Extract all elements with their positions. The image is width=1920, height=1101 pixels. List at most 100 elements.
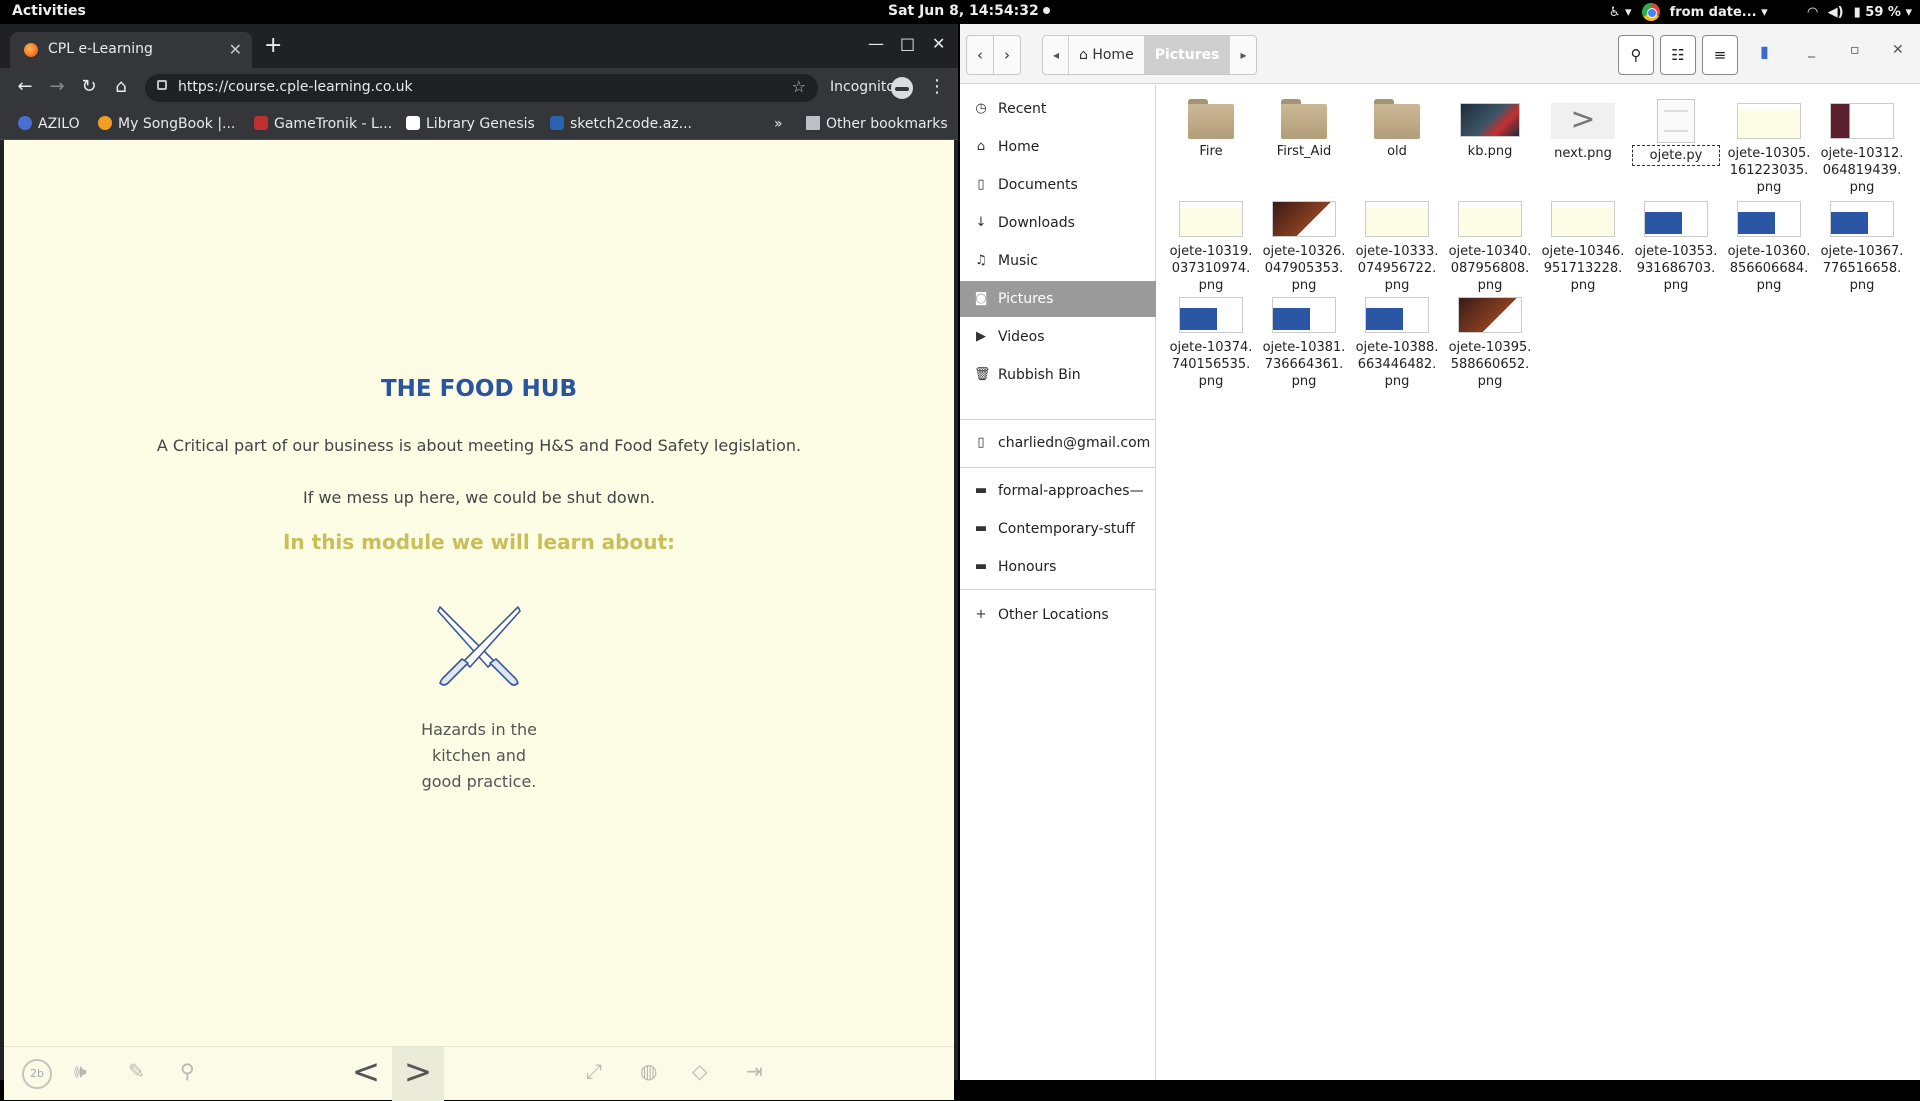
paint-bucket-icon[interactable]: ◇ [692, 1059, 707, 1083]
app-menu[interactable]: from date... ▾ [1670, 5, 1768, 20]
accessibility-icon[interactable]: ♿ ▾ [1609, 5, 1632, 20]
bookmark-sketch2code[interactable]: sketch2code.az... [550, 116, 692, 132]
wifi-icon[interactable]: ◠ [1808, 5, 1818, 20]
activities-button[interactable]: Activities [12, 3, 86, 19]
maximize-icon[interactable]: ▫ [1850, 42, 1860, 58]
back-arrow-icon[interactable]: ← [13, 76, 37, 97]
pencil-icon[interactable]: ✎ [128, 1059, 145, 1083]
file-item-image[interactable]: ojete-10340.087956808.png [1448, 197, 1532, 294]
tab-close-icon[interactable]: ✕ [229, 40, 242, 59]
sidebar-item-rubbish-bin[interactable]: 🗑 Rubbish Bin [960, 357, 1156, 393]
file-item-old[interactable]: old [1355, 99, 1439, 160]
bookmarks-overflow-button[interactable]: » [774, 116, 783, 132]
accessibility-icon[interactable]: ◍ [640, 1059, 657, 1083]
forward-arrow-icon[interactable]: › [993, 35, 1021, 75]
songbook-icon [98, 116, 112, 130]
file-item-first-aid[interactable]: First_Aid [1262, 99, 1346, 160]
file-name: ojete.py [1632, 145, 1720, 166]
path-left-arrow-icon[interactable]: ◂ [1043, 36, 1069, 74]
file-name: ojete-10374.740156535.png [1169, 340, 1253, 389]
file-item-image[interactable]: ojete-10395.588660652.png [1448, 293, 1532, 390]
notification-dot [1042, 7, 1050, 14]
new-tab-button[interactable]: + [264, 35, 282, 57]
exit-icon[interactable]: ⇥ [746, 1059, 763, 1083]
pin-icon[interactable]: ⚲ [180, 1059, 195, 1083]
bookmark-library-genesis[interactable]: Library Genesis [406, 116, 535, 132]
file-item-image[interactable]: ojete-10360.856606684.png [1727, 197, 1811, 294]
image-thumbnail [1365, 297, 1429, 333]
file-name: ojete-10346.951713228.png [1541, 244, 1625, 293]
files-window: ‹ › ◂ ⌂ Home Pictures ▸ ⚲ ☷ ≡ ▮ _ ▫ ✕ ◷ R… [960, 24, 1920, 1080]
search-icon[interactable]: ⚲ [1618, 35, 1654, 75]
file-item-image[interactable]: ojete-10333.074956722.png [1355, 197, 1439, 294]
chrome-menu-icon[interactable]: ⋮ [928, 76, 946, 97]
sidebar-item-recent[interactable]: ◷ Recent [960, 91, 1156, 127]
file-item-kb[interactable]: kb.png [1448, 99, 1532, 160]
fullscreen-icon[interactable]: ⤢ [586, 1059, 602, 1083]
sidebar-item-honours[interactable]: ▬ Honours [960, 549, 1156, 585]
home-icon[interactable]: ⌂ [109, 76, 133, 97]
next-button[interactable]: > [392, 1047, 444, 1101]
file-item-image[interactable]: ojete-10346.951713228.png [1541, 197, 1625, 294]
file-item-image[interactable]: ojete-10305.161223035.png [1727, 99, 1811, 196]
file-item-image[interactable]: ojete-10312.064819439.png [1820, 99, 1904, 196]
previous-button[interactable]: < [340, 1047, 392, 1101]
file-item-image[interactable]: ojete-10381.736664361.png [1262, 293, 1346, 390]
bookmark-label: GameTronik - L... [274, 116, 393, 132]
file-item-image[interactable]: ojete-10319.037310974.png [1169, 197, 1253, 294]
maximize-icon[interactable]: □ [900, 34, 915, 53]
path-home[interactable]: ⌂ Home [1069, 36, 1145, 74]
incognito-icon[interactable] [891, 77, 913, 99]
file-name: kb.png [1467, 144, 1513, 159]
battery-indicator[interactable]: ▮ 59 % ▾ [1854, 5, 1912, 20]
crossed-knives-icon[interactable] [436, 603, 522, 689]
minimize-icon[interactable]: — [868, 34, 884, 53]
file-item-image[interactable]: ojete-10326.047905353.png [1262, 197, 1346, 294]
path-pictures[interactable]: Pictures [1144, 36, 1231, 74]
bookmark-azilo[interactable]: AZILO [18, 116, 80, 132]
sidebar-item-contemporary-stuff[interactable]: ▬ Contemporary-stuff [960, 511, 1156, 547]
volume-icon[interactable]: ◀) [1828, 5, 1844, 20]
other-bookmarks[interactable]: Other bookmarks [806, 116, 948, 132]
file-item-image[interactable]: ojete-10367.776516658.png [1820, 197, 1904, 294]
sidebar-item-other-locations[interactable]: + Other Locations [960, 597, 1156, 633]
browser-tab[interactable]: CPL e-Learning ✕ [10, 32, 252, 68]
sidebar-divider [960, 467, 1156, 468]
sidebar-item-home[interactable]: ⌂ Home [960, 129, 1156, 165]
file-item-fire[interactable]: Fire [1169, 99, 1253, 160]
clock[interactable]: Sat Jun 8, 14:54:32 [888, 3, 1050, 19]
sidebar-item-pictures[interactable]: ◙ Pictures [960, 281, 1156, 317]
bookmark-gametronik[interactable]: GameTronik - L... [254, 116, 392, 132]
sidebar-item-videos[interactable]: ▶ Videos [960, 319, 1156, 355]
file-item-ojete-py[interactable]: ojete.py [1632, 99, 1720, 166]
view-toggle-icon[interactable]: ☷ [1660, 35, 1696, 75]
bookmark-label: My SongBook |... [118, 116, 236, 132]
notes-app-icon[interactable]: ▮ [1760, 42, 1769, 61]
sidebar-item-downloads[interactable]: ↓ Downloads [960, 205, 1156, 241]
topic-caption[interactable]: Hazards in the kitchen and good practice… [379, 717, 579, 795]
page-badge[interactable]: 2b [22, 1059, 52, 1089]
bookmark-star-icon[interactable]: ☆ [792, 77, 806, 96]
bookmark-songbook[interactable]: My SongBook |... [98, 116, 235, 132]
address-bar[interactable]: https://course.cple-learning.co.uk ☆ [145, 74, 818, 102]
close-window-icon[interactable]: ✕ [932, 34, 945, 53]
file-item-next[interactable]: > next.png [1541, 99, 1625, 162]
file-item-image[interactable]: ojete-10388.663446482.png [1355, 293, 1439, 390]
back-arrow-icon[interactable]: ‹ [966, 35, 994, 75]
menu-icon[interactable]: ≡ [1702, 35, 1738, 75]
sidebar-item-phone[interactable]: ▯ charliedn@gmail.com [960, 425, 1156, 461]
file-item-image[interactable]: ojete-10374.740156535.png [1169, 293, 1253, 390]
reload-icon[interactable]: ↻ [77, 76, 101, 97]
close-window-icon[interactable]: ✕ [1892, 42, 1904, 58]
minimize-icon[interactable]: _ [1808, 42, 1815, 58]
sidebar-item-formal-approaches[interactable]: ▬ formal-approaches— [960, 473, 1156, 509]
download-icon: ↓ [975, 215, 987, 230]
forward-arrow-icon[interactable]: → [45, 76, 69, 97]
file-item-image[interactable]: ojete-10353.931686703.png [1634, 197, 1718, 294]
sidebar-item-music[interactable]: ♫ Music [960, 243, 1156, 279]
path-right-arrow-icon[interactable]: ▸ [1230, 36, 1256, 74]
sidebar-item-documents[interactable]: ▯ Documents [960, 167, 1156, 203]
audio-icon[interactable]: 🕪 [74, 1059, 87, 1083]
chrome-app-icon[interactable] [1641, 3, 1660, 21]
file-name: ojete-10340.087956808.png [1448, 244, 1532, 293]
